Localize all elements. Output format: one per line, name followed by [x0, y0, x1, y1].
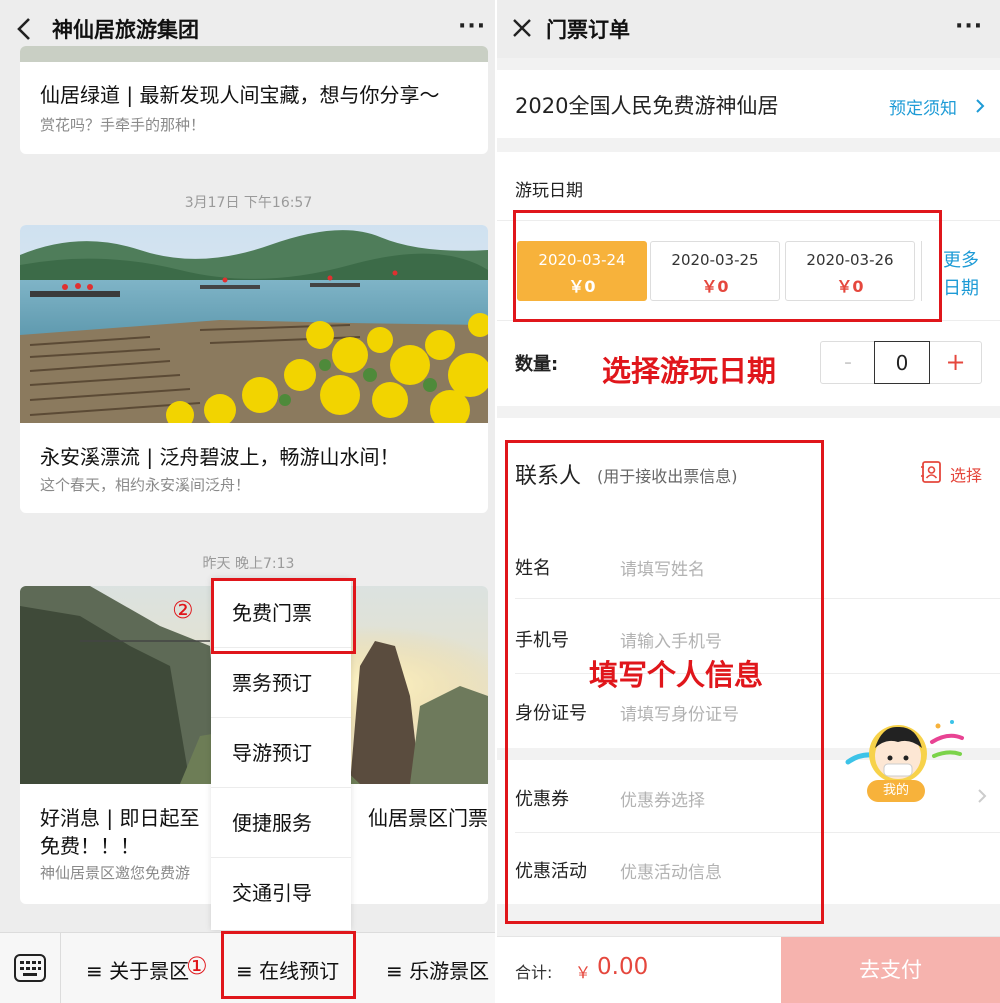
article-subtitle: 赏花吗？手牵手的那种！ — [40, 116, 206, 134]
quantity-input[interactable]: 0 — [874, 341, 930, 384]
article-title: 仙居绿道 | 最新发现人间宝藏，想与你分享～ — [40, 83, 440, 107]
quantity-label: 数量: — [515, 354, 559, 375]
more-menu-icon[interactable]: ··· — [458, 14, 486, 39]
menu-item-guide-booking[interactable]: 导游预订 — [211, 718, 351, 788]
more-dates-link[interactable]: 更多 — [943, 246, 979, 272]
article-title-part: 仙居景区门票 — [368, 806, 488, 830]
chevron-right-icon — [978, 789, 987, 803]
quantity-stepper: - 0 + — [820, 341, 982, 384]
annotation-select-date: 选择游玩日期 — [602, 354, 777, 388]
back-arrow-icon[interactable] — [16, 17, 32, 41]
annotation-step-2: ② — [172, 596, 194, 624]
order-footer: 合计: ￥ 0.00 去支付 — [497, 936, 1000, 1003]
ticket-order-panel: 门票订单 ··· 2020全国人民免费游神仙居 预定须知 游玩日期 数量: 20… — [497, 0, 1000, 1003]
total-label: 合计: — [515, 963, 553, 982]
close-icon[interactable] — [511, 17, 533, 39]
currency-symbol: ￥ — [575, 963, 592, 982]
play-date-label: 游玩日期 — [515, 181, 583, 201]
product-row: 2020全国人民免费游神仙居 预定须知 — [497, 70, 1000, 138]
message-timestamp: 3月17日 下午16:57 — [184, 195, 313, 211]
message-timestamp: 昨天 晚上7:13 — [202, 556, 295, 572]
nav-about-scenic[interactable]: ≡ 关于景区 — [86, 955, 189, 984]
menu-item-ticket-booking[interactable]: 票务预订 — [211, 648, 351, 718]
order-title: 门票订单 — [546, 18, 630, 42]
right-header: 门票订单 ··· — [497, 0, 1000, 58]
contact-select-link[interactable]: 选择 — [950, 462, 982, 486]
rafting-photo — [20, 225, 488, 423]
annotation-box-online-booking — [221, 931, 356, 999]
annotation-box-free-ticket — [211, 578, 356, 654]
more-dates-link-line2[interactable]: 日期 — [943, 274, 979, 300]
keyboard-icon[interactable] — [14, 954, 46, 982]
menu-item-convenience-service[interactable]: 便捷服务 — [211, 788, 351, 858]
nav-play-scenic[interactable]: ≡ 乐游景区 — [386, 955, 489, 984]
article-subtitle: 神仙居景区邀您免费游 — [40, 864, 191, 882]
account-title: 神仙居旅游集团 — [52, 18, 199, 42]
product-name: 2020全国人民免费游神仙居 — [515, 94, 779, 118]
menu-item-traffic-guide[interactable]: 交通引导 — [211, 858, 351, 928]
booking-notice-link[interactable]: 预定须知 — [889, 94, 957, 119]
article-title-part: 好消息 | 即日起至 — [40, 806, 200, 830]
wechat-official-account-panel: 神仙居旅游集团 ··· 仙居绿道 | 最新发现人间宝藏，想与你分享～ 赏花吗？手… — [0, 0, 497, 1003]
article-card-rafting[interactable]: 永安溪漂流 | 泛舟碧波上，畅游山水间！ 这个春天，相约永安溪间泛舟！ — [20, 225, 488, 513]
separator — [60, 933, 61, 1003]
article-title-part: 免费！！！ — [40, 834, 140, 858]
mascot-label: 我的 — [867, 780, 925, 802]
article-card-greenway[interactable]: 仙居绿道 | 最新发现人间宝藏，想与你分享～ 赏花吗？手牵手的那种！ — [20, 46, 488, 154]
contact-book-icon[interactable] — [920, 460, 942, 484]
mascot-floating-button[interactable]: 我的 — [842, 712, 968, 808]
annotation-step-1: ① — [186, 952, 208, 980]
article-image-edge — [20, 46, 488, 62]
pay-button[interactable]: 去支付 — [781, 937, 1000, 1003]
more-menu-icon[interactable]: ··· — [955, 14, 983, 39]
chevron-right-icon — [976, 99, 985, 113]
quantity-plus-button[interactable]: + — [929, 342, 982, 383]
total-amount: 0.00 — [597, 954, 649, 980]
article-title: 永安溪漂流 | 泛舟碧波上，畅游山水间！ — [40, 445, 400, 469]
article-subtitle: 这个春天，相约永安溪间泛舟！ — [40, 476, 251, 494]
annotation-box-personal-info — [505, 440, 824, 924]
annotation-box-date — [513, 210, 942, 322]
quantity-minus-button[interactable]: - — [821, 342, 875, 383]
